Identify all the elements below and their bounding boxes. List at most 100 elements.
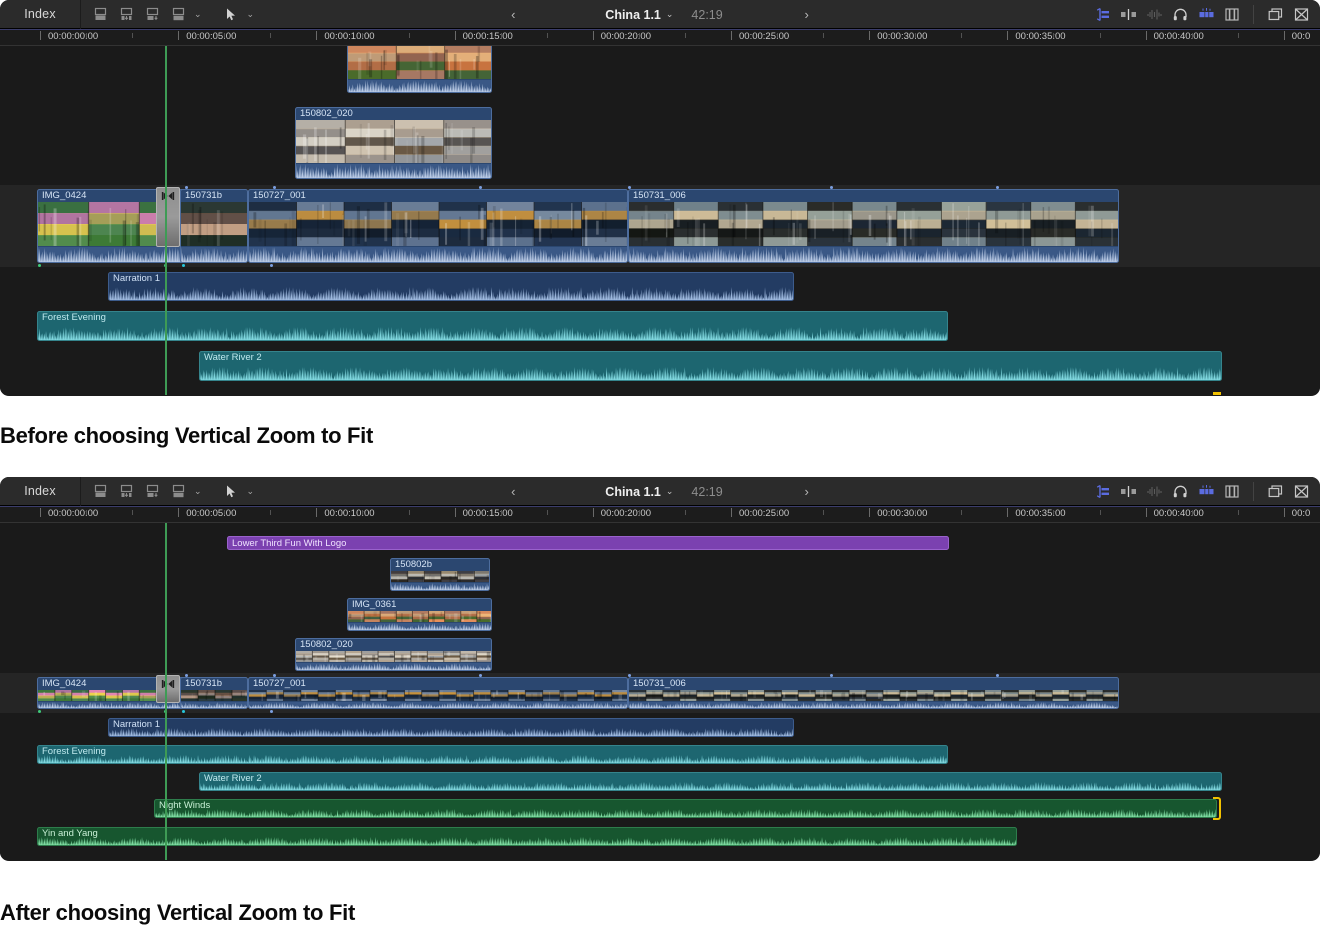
- connect-clip-icon[interactable]: [141, 3, 163, 25]
- timeline-clip[interactable]: Narration 1: [108, 272, 794, 301]
- close-timeline-icon[interactable]: [1290, 3, 1312, 25]
- solo-headphone-icon[interactable]: [1169, 3, 1191, 25]
- timeline-panel-before: Index ⌄ ⌄ ‹ China 1.1 ⌄ 42:19 › 00:00:00…: [0, 0, 1320, 396]
- ruler-time-label: 00:00:25:00: [739, 31, 790, 42]
- clip-title-label: Forest Evening: [42, 312, 106, 323]
- timeline-clip[interactable]: Water River 2: [199, 351, 1222, 381]
- window-layout-icon[interactable]: [1264, 3, 1286, 25]
- clip-title-label: 150731_006: [633, 678, 686, 689]
- filmstrip-icon[interactable]: [1221, 480, 1243, 502]
- timeline-toolbar-before: Index ⌄ ⌄ ‹ China 1.1 ⌄ 42:19 ›: [0, 0, 1320, 29]
- timeline-ruler-before[interactable]: 00:00:00:00 00:00:05:00 00:00:10:00 00:00:1…: [0, 29, 1320, 46]
- trim-icon[interactable]: [1091, 3, 1113, 25]
- clip-title-label: 150731_006: [633, 190, 686, 201]
- clip-marker-dot: [479, 186, 482, 189]
- transition-clip[interactable]: [156, 187, 180, 247]
- index-button-after[interactable]: Index: [0, 477, 81, 506]
- timeline-clip[interactable]: Water River 2: [199, 772, 1222, 791]
- clip-marker-dot: [996, 674, 999, 677]
- next-project-button[interactable]: ›: [793, 484, 821, 499]
- clip-filmstrip: [181, 202, 247, 246]
- ruler-tick-minor: [500, 33, 502, 38]
- playhead[interactable]: [165, 46, 167, 395]
- snapping-icon[interactable]: [1117, 480, 1139, 502]
- ruler-tick-minor: [270, 510, 272, 515]
- edit-options-chevron-down-icon[interactable]: ⌄: [194, 9, 202, 20]
- project-chevron-down-icon[interactable]: ⌄: [666, 486, 674, 497]
- timeline-clip[interactable]: 150727_001: [248, 189, 628, 263]
- timeline-ruler-after[interactable]: 00:00:00:00 00:00:05:00 00:00:10:00 00:00:1…: [0, 506, 1320, 523]
- append-to-storyline-icon[interactable]: [89, 3, 111, 25]
- close-timeline-icon[interactable]: [1290, 480, 1312, 502]
- ruler-tick-minor: [915, 510, 917, 515]
- select-tool-icon[interactable]: [220, 3, 242, 25]
- selection-bracket[interactable]: [1213, 797, 1221, 820]
- ruler-tick-minor: [132, 33, 134, 38]
- snapping-icon[interactable]: [1117, 3, 1139, 25]
- append-to-storyline-icon[interactable]: [89, 480, 111, 502]
- timeline-clip[interactable]: 150802_020: [295, 638, 492, 671]
- ruler-time-label: 00:00:30:00: [877, 508, 928, 519]
- project-name-label[interactable]: China 1.1: [605, 485, 661, 499]
- edit-options-chevron-down-icon[interactable]: ⌄: [194, 486, 202, 497]
- clip-marker-dot: [830, 186, 833, 189]
- project-name-label[interactable]: China 1.1: [605, 8, 661, 22]
- tool-chevron-down-icon[interactable]: ⌄: [247, 9, 255, 20]
- transition-clip[interactable]: [156, 675, 180, 703]
- playhead[interactable]: [165, 523, 167, 860]
- ruler-accent-line: [0, 29, 1320, 30]
- timeline-clip[interactable]: IMG_0361: [347, 46, 492, 93]
- timeline-clip[interactable]: IMG_0361: [347, 598, 492, 631]
- overwrite-clip-icon[interactable]: [167, 480, 189, 502]
- ruler-tick-minor: [684, 510, 686, 515]
- insert-clip-icon[interactable]: [115, 3, 137, 25]
- timeline-clip[interactable]: 150802_020: [295, 107, 492, 179]
- timeline-clip[interactable]: Narration 1: [108, 718, 794, 737]
- clip-filmstrip: [249, 202, 627, 246]
- clip-appearance-icon[interactable]: [1195, 3, 1217, 25]
- timeline-clip[interactable]: 150802b: [390, 558, 490, 591]
- timeline-clip[interactable]: 150731b: [180, 677, 248, 709]
- clip-marker-dot: [38, 264, 41, 267]
- ruler-tick-minor: [132, 510, 134, 515]
- clip-appearance-icon[interactable]: [1195, 480, 1217, 502]
- next-project-button[interactable]: ›: [793, 7, 821, 22]
- solo-headphone-icon[interactable]: [1169, 480, 1191, 502]
- clip-filmstrip: [348, 611, 491, 622]
- audio-skimming-icon[interactable]: [1143, 480, 1165, 502]
- clip-marker-dot: [479, 674, 482, 677]
- timeline-clip[interactable]: 150731b: [180, 189, 248, 263]
- timeline-clip[interactable]: Yin and Yang: [37, 827, 1017, 846]
- tool-chevron-down-icon[interactable]: ⌄: [247, 486, 255, 497]
- index-button[interactable]: Index: [0, 0, 81, 29]
- select-tool-icon[interactable]: [220, 480, 242, 502]
- connect-clip-icon[interactable]: [141, 480, 163, 502]
- timeline-clip[interactable]: Forest Evening: [37, 745, 948, 764]
- clip-title-label: Lower Third Fun With Logo: [232, 538, 347, 549]
- timeline-clip[interactable]: Night Winds: [154, 799, 1217, 818]
- previous-project-button[interactable]: ‹: [499, 7, 527, 22]
- timeline-clip[interactable]: Forest Evening: [37, 311, 948, 341]
- ruler-time-label: 00:00:35:00: [1015, 31, 1066, 42]
- insert-clip-icon[interactable]: [115, 480, 137, 502]
- timeline-canvas-after[interactable]: Lower Third Fun With Logo 150802b IMG_0361…: [0, 523, 1320, 860]
- timeline-clip[interactable]: 150727_001: [248, 677, 628, 709]
- timeline-clip[interactable]: Lower Third Fun With Logo: [227, 536, 949, 550]
- trim-icon[interactable]: [1091, 480, 1113, 502]
- ruler-tick-major: [454, 508, 456, 517]
- ruler-tick-major: [316, 508, 318, 517]
- clip-marker-dot: [273, 186, 276, 189]
- audio-skimming-icon[interactable]: [1143, 3, 1165, 25]
- timeline-clip[interactable]: 150731_006: [628, 677, 1119, 709]
- project-chevron-down-icon[interactable]: ⌄: [666, 9, 674, 20]
- filmstrip-icon[interactable]: [1221, 3, 1243, 25]
- clip-audio-strip: [181, 702, 247, 708]
- previous-project-button[interactable]: ‹: [499, 484, 527, 499]
- window-layout-icon[interactable]: [1264, 480, 1286, 502]
- ruler-time-label: 00:00:20:00: [600, 31, 651, 42]
- timeline-canvas-before[interactable]: IMG_0361150802_020IMG_0424150731b150727_…: [0, 46, 1320, 395]
- clip-filmstrip: [391, 571, 489, 582]
- timeline-clip[interactable]: 150731_006: [628, 189, 1119, 263]
- ruler-tick-minor: [1099, 33, 1101, 38]
- overwrite-clip-icon[interactable]: [167, 3, 189, 25]
